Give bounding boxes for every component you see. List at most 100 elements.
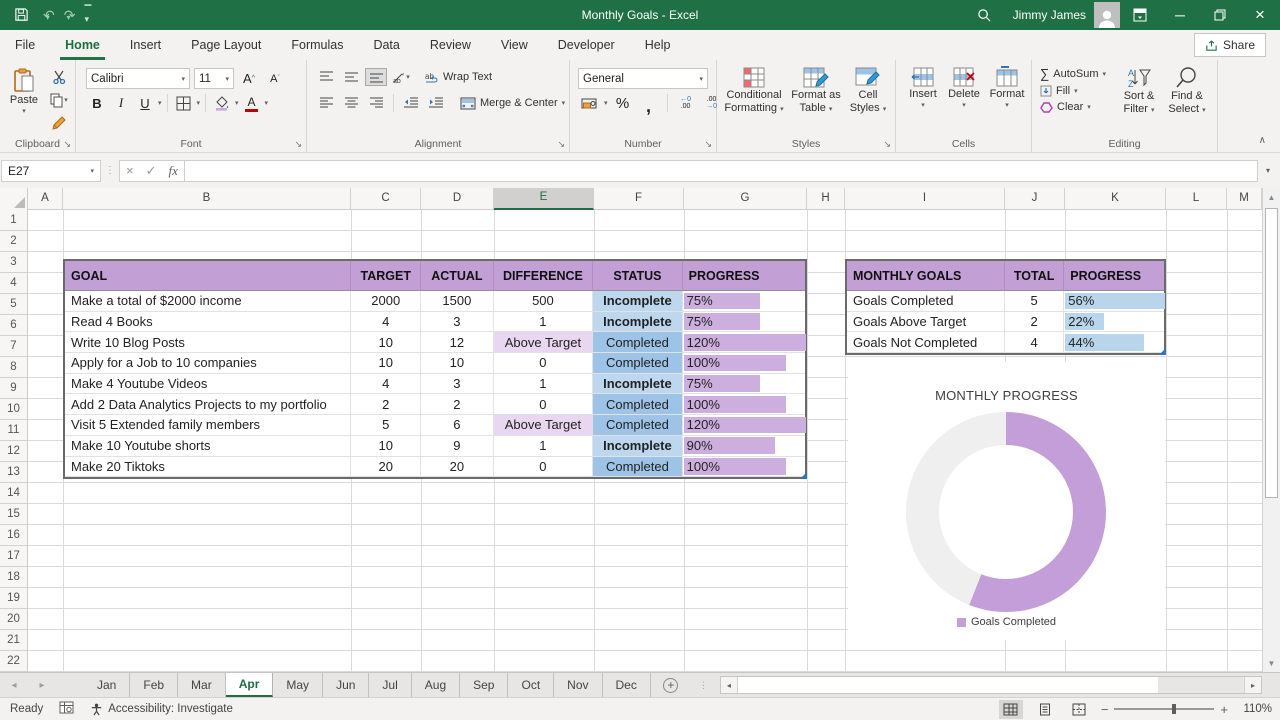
row-header-12[interactable]: 12 [0,441,27,462]
decrease-indent-icon[interactable] [400,94,422,112]
goals-header-status[interactable]: STATUS [593,261,683,290]
cell-progress[interactable]: 120% [683,332,805,353]
clipboard-dialog-launcher-icon[interactable]: ↘ [63,139,71,150]
align-right-icon[interactable] [365,94,387,112]
align-bottom-icon[interactable] [365,68,387,86]
cell-target[interactable]: 10 [351,353,421,374]
accessibility-checker[interactable]: Accessibility: Investigate [90,703,233,716]
paste-button[interactable]: Paste ▾ [6,68,42,115]
summary-header-progress[interactable]: PROGRESS [1064,261,1164,290]
horizontal-scroll-thumb[interactable] [738,677,1158,693]
cell-total[interactable]: 5 [1005,291,1064,312]
tab-review[interactable]: Review [415,30,486,60]
table-row[interactable]: Apply for a Job to 10 companies 10 10 0 … [65,353,805,374]
scroll-left-icon[interactable]: ◂ [721,677,738,693]
row-header-9[interactable]: 9 [0,378,27,399]
autosum-button[interactable]: ∑AutoSum▾ [1040,66,1106,81]
cell-status[interactable]: Incomplete [593,312,683,333]
cell-status[interactable]: Completed [593,353,683,374]
tab-home[interactable]: Home [50,30,115,60]
sheet-tab-apr[interactable]: Apr [226,673,274,697]
comma-style-icon[interactable]: , [638,94,660,112]
cell-progress[interactable]: 90% [683,436,805,457]
cell-progress[interactable]: 120% [683,415,805,436]
underline-dropdown-icon[interactable]: ▾ [158,99,162,107]
zoom-slider[interactable]: − + [1101,702,1228,717]
scroll-down-icon[interactable]: ▼ [1263,654,1280,672]
tab-formulas[interactable]: Formulas [276,30,358,60]
format-as-table-button[interactable]: Format asTable ▾ [787,66,845,116]
accounting-dropdown-icon[interactable]: ▾ [604,99,608,107]
grid-body[interactable]: 12345678910111213141516171819202122 GOAL… [0,210,1262,672]
table-row[interactable]: Make a total of $2000 income 2000 1500 5… [65,291,805,312]
new-sheet-icon[interactable]: + [651,673,691,697]
cell-target[interactable]: 2 [351,394,421,415]
cell-actual[interactable]: 20 [421,457,494,478]
row-header-22[interactable]: 22 [0,651,27,672]
sheet-tab-dec[interactable]: Dec [603,673,651,697]
cell-goal[interactable]: Visit 5 Extended family members [65,415,351,436]
cell-status[interactable]: Completed [593,415,683,436]
row-header-8[interactable]: 8 [0,357,27,378]
cell-actual[interactable]: 2 [421,394,494,415]
cell-goal[interactable]: Apply for a Job to 10 companies [65,353,351,374]
cell-target[interactable]: 10 [351,332,421,353]
cell-difference[interactable]: Above Target [494,415,593,436]
conditional-formatting-button[interactable]: ConditionalFormatting ▾ [723,66,785,116]
column-header-L[interactable]: L [1166,188,1227,210]
sheet-tab-aug[interactable]: Aug [412,673,460,697]
italic-button[interactable]: I [110,94,132,112]
goals-header-goal[interactable]: GOAL [65,261,351,290]
insert-function-icon[interactable]: fx [169,163,178,179]
cell-styles-button[interactable]: CellStyles ▾ [845,66,891,116]
sheet-tab-oct[interactable]: Oct [508,673,554,697]
cell-difference[interactable]: Above Target [494,332,593,353]
column-header-G[interactable]: G [684,188,807,210]
cell-difference[interactable]: 1 [494,436,593,457]
cell-progress[interactable]: 56% [1064,291,1164,312]
table-row[interactable]: Make 20 Tiktoks 20 20 0 Completed 100% [65,457,805,478]
avatar[interactable] [1094,2,1120,28]
next-sheet-icon[interactable]: ▸ [28,673,56,697]
insert-cells-button[interactable]: Insert ▾ [904,66,942,109]
column-header-D[interactable]: D [421,188,494,210]
formula-input[interactable] [185,160,1258,182]
borders-icon[interactable] [173,94,195,112]
scroll-up-icon[interactable]: ▲ [1263,188,1280,206]
cell-progress[interactable]: 75% [683,312,805,333]
sheet-tab-sep[interactable]: Sep [460,673,508,697]
row-header-14[interactable]: 14 [0,483,27,504]
cell-difference[interactable]: 0 [494,457,593,478]
cell-target[interactable]: 4 [351,374,421,395]
row-header-15[interactable]: 15 [0,504,27,525]
cell-goal[interactable]: Make a total of $2000 income [65,291,351,312]
cell-goal[interactable]: Make 10 Youtube shorts [65,436,351,457]
cell-goal[interactable]: Make 4 Youtube Videos [65,374,351,395]
cell-progress[interactable]: 100% [683,457,805,478]
cell-difference[interactable]: 0 [494,353,593,374]
table-row[interactable]: Goals Above Target 2 22% [847,312,1164,333]
cut-icon[interactable] [48,68,70,86]
collapse-ribbon-icon[interactable]: ∧ [1259,135,1266,146]
table-row[interactable]: Add 2 Data Analytics Projects to my port… [65,394,805,415]
tab-view[interactable]: View [486,30,543,60]
table-row[interactable]: Make 10 Youtube shorts 10 9 1 Incomplete… [65,436,805,457]
tab-data[interactable]: Data [358,30,414,60]
minimize-button[interactable]: ─ [1160,0,1200,30]
row-header-11[interactable]: 11 [0,420,27,441]
cell-label[interactable]: Goals Not Completed [847,332,1005,353]
cell-total[interactable]: 4 [1005,332,1064,353]
select-all-corner[interactable] [0,188,28,210]
find-select-button[interactable]: Find &Select ▾ [1164,66,1210,117]
cell-label[interactable]: Goals Completed [847,291,1005,312]
cell-target[interactable]: 4 [351,312,421,333]
cell-progress[interactable]: 75% [683,374,805,395]
tab-help[interactable]: Help [630,30,686,60]
table-resize-handle[interactable] [1159,348,1166,355]
table-row[interactable]: Make 4 Youtube Videos 4 3 1 Incomplete 7… [65,374,805,395]
sheet-tab-nov[interactable]: Nov [554,673,602,697]
underline-button[interactable]: U [134,94,156,112]
cell-progress[interactable]: 22% [1064,312,1164,333]
cell-progress[interactable]: 44% [1064,332,1164,353]
cell-target[interactable]: 5 [351,415,421,436]
